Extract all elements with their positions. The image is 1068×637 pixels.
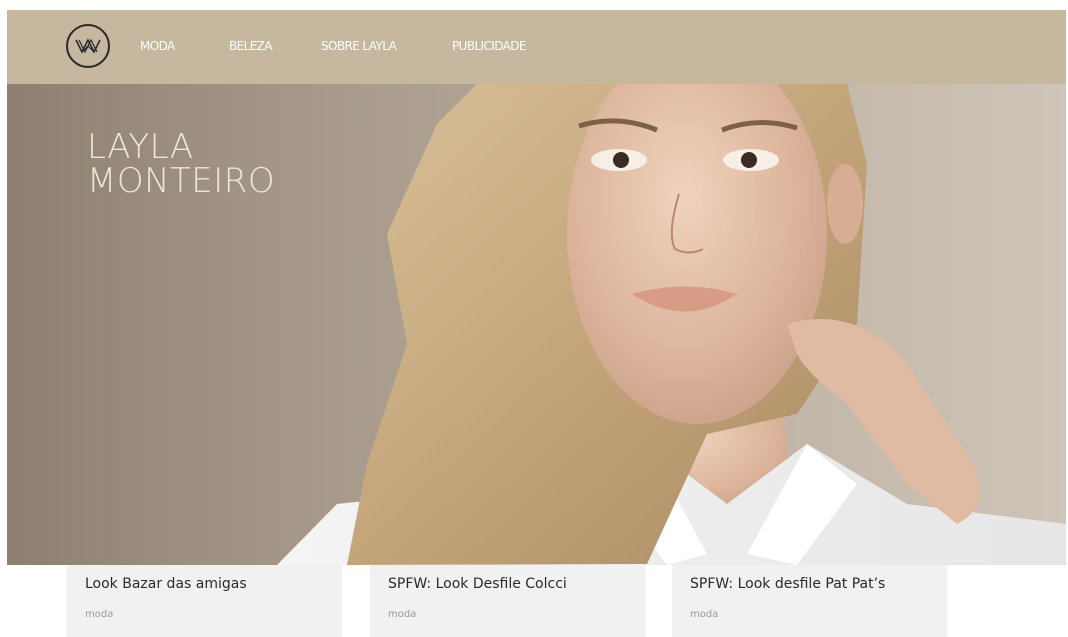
post-card-2[interactable]: SPFW: Look Desfile Colcci moda [370, 565, 645, 637]
nav-item-publicidade[interactable]: PUBLICIDADE [452, 39, 526, 53]
post-card-1[interactable]: Look Bazar das amigas moda [67, 565, 342, 637]
top-navbar: MODA BELEZA SOBRE LAYLA PUBLICIDADE [7, 10, 1066, 84]
nav-item-moda[interactable]: MODA [140, 39, 175, 53]
nav-item-beleza[interactable]: BELEZA [229, 39, 273, 53]
hero-title-line2: MONTEIRO [87, 161, 276, 201]
post-category[interactable]: moda [388, 609, 416, 620]
hero-banner[interactable]: LAYLA MONTEIRO [7, 84, 1066, 565]
nav-item-sobre-layla[interactable]: SOBRE LAYLA [321, 39, 397, 53]
post-category[interactable]: moda [85, 609, 113, 620]
post-card-3[interactable]: SPFW: Look desfile Pat Pat’s moda [672, 565, 947, 637]
hero-title-line1: LAYLA [87, 127, 194, 167]
page: MODA BELEZA SOBRE LAYLA PUBLICIDADE LAYL… [0, 0, 1068, 637]
logo-icon[interactable] [66, 24, 110, 68]
post-title[interactable]: SPFW: Look Desfile Colcci [388, 576, 567, 592]
post-category[interactable]: moda [690, 609, 718, 620]
logo-mark [75, 38, 101, 54]
post-title[interactable]: Look Bazar das amigas [85, 576, 247, 592]
post-title[interactable]: SPFW: Look desfile Pat Pat’s [690, 576, 885, 592]
ear-shape [827, 164, 863, 244]
hero-title: LAYLA MONTEIRO [87, 130, 275, 198]
